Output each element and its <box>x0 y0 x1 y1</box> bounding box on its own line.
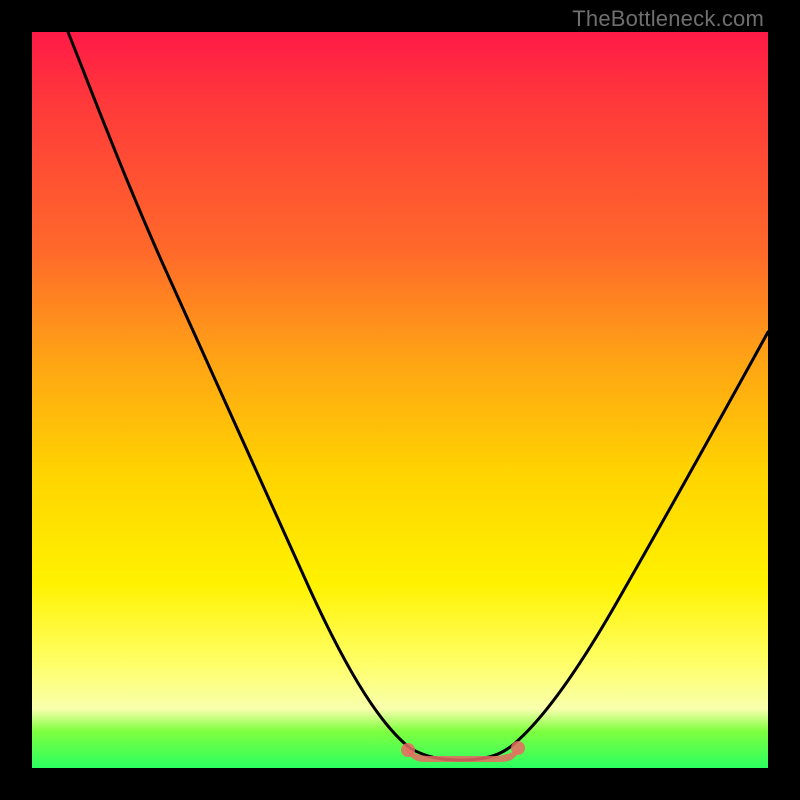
watermark-text: TheBottleneck.com <box>572 6 764 32</box>
valley-highlight-right-knob <box>511 741 525 755</box>
chart-plot-area <box>32 32 768 768</box>
chart-frame: TheBottleneck.com <box>0 0 800 800</box>
valley-highlight-left-knob <box>401 743 415 757</box>
curve-path <box>68 32 768 760</box>
bottleneck-curve <box>32 32 768 768</box>
valley-highlight <box>404 746 520 762</box>
